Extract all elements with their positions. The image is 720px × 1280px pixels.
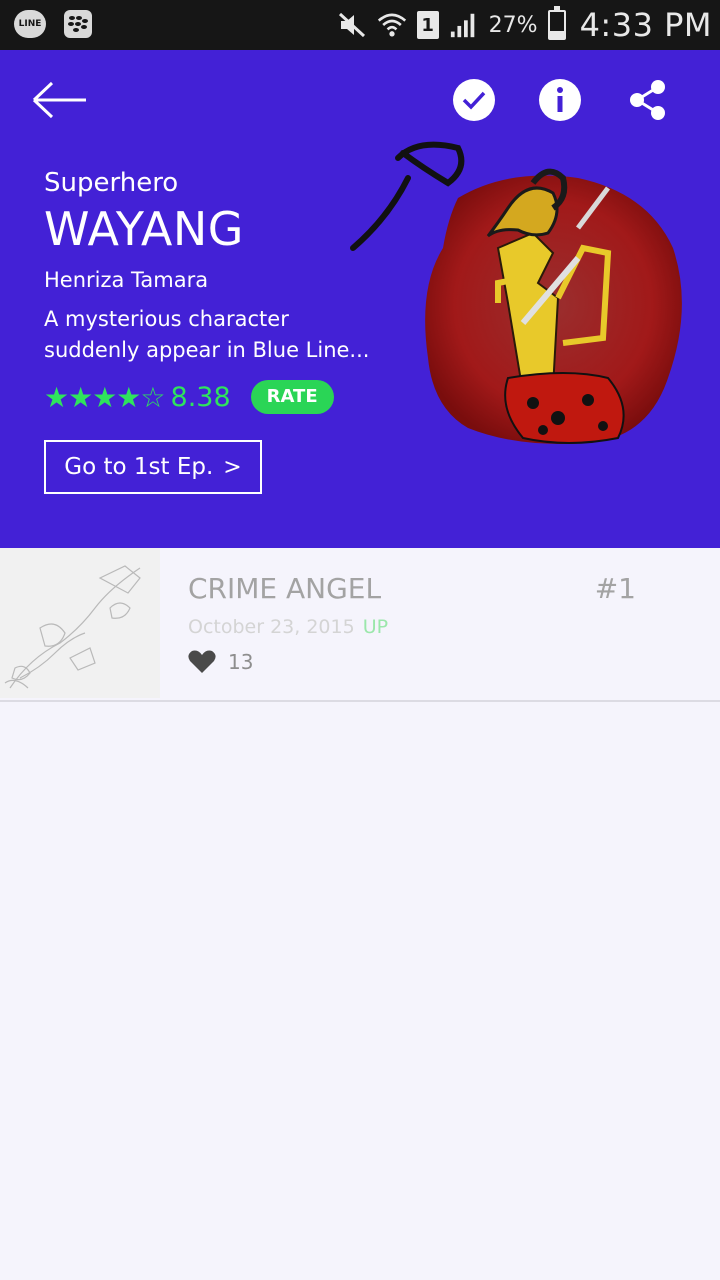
cover-artwork [350, 141, 682, 444]
rating-score: 8.38 [170, 381, 231, 413]
status-bar: LINE 1 27% 4:33 PM [0, 0, 720, 50]
signal-icon [449, 10, 479, 40]
comic-title: WAYANG [44, 202, 244, 256]
star-rating: ★★★★☆ [44, 380, 166, 414]
back-arrow-icon [32, 81, 86, 119]
notification-icons: LINE [14, 10, 92, 38]
episode-list-item[interactable]: CRIME ANGEL #1 October 23, 2015 UP 13 [0, 548, 720, 702]
share-button[interactable] [626, 78, 670, 122]
comic-header: Superhero WAYANG Henriza Tamara A myster… [0, 50, 720, 548]
chevron-right-icon: > [223, 454, 242, 480]
episode-date: October 23, 2015 [188, 616, 355, 638]
share-icon [630, 80, 665, 120]
go-to-first-episode-button[interactable]: Go to 1st Ep. > [44, 440, 262, 494]
episode-up-badge: UP [362, 616, 389, 638]
mute-icon [337, 10, 367, 40]
go-to-first-episode-label: Go to 1st Ep. [64, 454, 214, 480]
back-button[interactable] [30, 80, 94, 120]
sim-slot-indicator: 1 [416, 11, 439, 39]
battery-percent: 27% [488, 12, 538, 38]
comic-author: Henriza Tamara [44, 268, 209, 292]
line-app-icon: LINE [14, 10, 46, 38]
episode-thumbnail [0, 548, 160, 698]
episode-title: CRIME ANGEL [188, 572, 382, 605]
comic-genre: Superhero [44, 168, 179, 198]
wifi-icon [377, 10, 407, 40]
info-button[interactable] [538, 78, 582, 122]
check-icon [453, 79, 495, 121]
episode-like-count: 13 [228, 650, 254, 674]
episode-date-line: October 23, 2015 UP [188, 616, 388, 638]
comic-description: A mysterious character suddenly appear i… [44, 307, 370, 362]
subscribe-button[interactable] [452, 78, 496, 122]
rate-button[interactable]: RATE [250, 380, 334, 414]
clock: 4:33 PM [579, 6, 712, 44]
episode-likes: 13 [188, 650, 253, 674]
bbm-app-icon [64, 10, 92, 38]
info-icon [539, 79, 581, 121]
heart-icon [188, 650, 216, 673]
rating-row: ★★★★☆ 8.38 RATE [44, 380, 334, 414]
battery-icon [547, 6, 566, 40]
episode-number: #1 [594, 572, 636, 605]
